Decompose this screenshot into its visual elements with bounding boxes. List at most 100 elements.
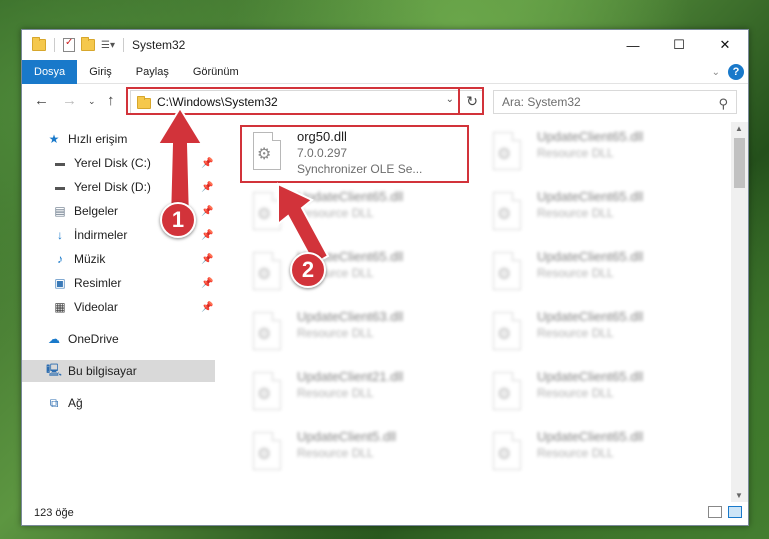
recent-locations-icon[interactable]: ⌄: [88, 96, 96, 107]
file-type: Resource DLL: [537, 206, 614, 220]
window-controls: — ☐ ✕: [610, 30, 748, 60]
file-type: Resource DLL: [537, 446, 614, 460]
scroll-thumb[interactable]: [734, 138, 745, 188]
back-arrow-icon[interactable]: ←: [34, 92, 49, 109]
dll-file-icon: ⚙: [489, 252, 525, 294]
status-bar: 123 öğe: [22, 501, 748, 525]
file-item[interactable]: ⚙ UpdateClient65.dll Resource DLL: [489, 428, 709, 480]
expand-ribbon-icon[interactable]: ⌄: [712, 67, 720, 78]
sidebar-item-label: OneDrive: [68, 332, 119, 346]
file-type: Resource DLL: [297, 326, 374, 340]
help-icon[interactable]: ?: [728, 64, 744, 80]
file-item[interactable]: ⚙ UpdateClient63.dll Resource DLL: [249, 308, 469, 360]
explorer-window: ☰▾ System32 — ☐ ✕ Dosya Giriş Paylaş Gör…: [21, 29, 749, 526]
maximize-button[interactable]: ☐: [656, 30, 702, 60]
minimize-button[interactable]: —: [610, 30, 656, 60]
drive-icon: ▬: [55, 157, 65, 169]
dll-file-icon: ⚙: [249, 432, 285, 474]
new-folder-icon[interactable]: [81, 37, 95, 51]
scroll-down-icon[interactable]: ▼: [735, 491, 743, 500]
step-2-badge: 2: [290, 252, 326, 288]
customize-toolbar-icon[interactable]: ☰▾: [101, 40, 115, 51]
sidebar-item-label: Yerel Disk (C:): [74, 156, 151, 170]
file-name: UpdateClient21.dll: [297, 369, 404, 384]
file-name: UpdateClient63.dll: [297, 309, 404, 324]
network-icon: ⧉: [49, 395, 59, 410]
file-type: Resource DLL: [297, 386, 374, 400]
pin-icon[interactable]: 📌: [201, 254, 213, 265]
vertical-scrollbar[interactable]: ▲ ▼: [731, 122, 748, 502]
sidebar-item-this-pc[interactable]: 🖳 Bu bilgisayar: [22, 360, 215, 382]
sidebar-item-network[interactable]: ⧉ Ağ: [22, 392, 215, 414]
scroll-up-icon[interactable]: ▲: [735, 124, 743, 133]
sidebar-item-onedrive[interactable]: ☁ OneDrive: [22, 328, 215, 350]
star-icon: ★: [48, 132, 60, 146]
divider: [54, 38, 55, 52]
file-name: UpdateClient65.dll: [537, 309, 644, 324]
file-type: Resource DLL: [537, 386, 614, 400]
sidebar-item-label: İndirmeler: [74, 228, 128, 242]
file-type: Resource DLL: [537, 146, 614, 160]
dll-file-icon: ⚙: [489, 192, 525, 234]
tab-file[interactable]: Dosya: [22, 59, 78, 84]
sidebar-item-pictures[interactable]: ▣ Resimler 📌: [22, 272, 215, 294]
details-view-icon[interactable]: [708, 506, 722, 518]
file-item[interactable]: ⚙ UpdateClient65.dll Resource DLL: [489, 308, 709, 360]
divider: [122, 38, 124, 52]
ribbon-tabs: Dosya Giriş Paylaş Görünüm ⌄ ?: [22, 59, 748, 84]
dll-file-icon: ⚙: [249, 312, 285, 354]
download-icon: ↓: [57, 228, 63, 242]
cloud-icon: ☁: [48, 332, 60, 346]
forward-arrow-icon[interactable]: →: [62, 92, 77, 109]
sidebar-item-label: Bu bilgisayar: [68, 364, 137, 378]
title-bar: ☰▾ System32 — ☐ ✕: [22, 30, 748, 60]
video-icon: ▦: [54, 300, 66, 314]
sidebar-item-label: Videolar: [74, 300, 118, 314]
close-button[interactable]: ✕: [702, 30, 748, 60]
dll-file-icon: ⚙: [489, 432, 525, 474]
file-type: Resource DLL: [537, 266, 614, 280]
dll-file-icon: ⚙: [249, 372, 285, 414]
tab-home[interactable]: Giriş: [77, 60, 124, 84]
properties-icon[interactable]: [63, 37, 75, 52]
dll-file-icon: ⚙: [489, 372, 525, 414]
up-arrow-icon[interactable]: ↑: [107, 92, 115, 109]
documents-icon: ▤: [54, 204, 66, 218]
address-row: ← → ⌄ ↑ C:\Windows\System32 ⌄ ↻ Ara: Sys…: [22, 86, 748, 118]
drive-icon: ▬: [55, 181, 65, 193]
folder-icon: [32, 37, 46, 51]
sidebar-item-videos[interactable]: ▦ Videolar 📌: [22, 296, 215, 318]
file-item[interactable]: ⚙ UpdateClient65.dll Resource DLL: [489, 368, 709, 420]
file-item[interactable]: ⚙ UpdateClient21.dll Resource DLL: [249, 368, 469, 420]
view-switcher: [708, 506, 742, 518]
file-item[interactable]: ⚙ UpdateClient5.dll Resource DLL: [249, 428, 469, 480]
search-icon[interactable]: ⚲: [718, 96, 728, 112]
refresh-highlight-box: [458, 87, 484, 115]
pin-icon[interactable]: 📌: [201, 302, 213, 313]
file-type: Resource DLL: [297, 446, 374, 460]
sidebar-item-music[interactable]: ♪ Müzik 📌: [22, 248, 215, 270]
file-item[interactable]: ⚙ UpdateClient65.dll Resource DLL: [489, 188, 709, 240]
sidebar-item-label: Ağ: [68, 396, 83, 410]
music-icon: ♪: [57, 252, 63, 266]
file-type: Resource DLL: [537, 326, 614, 340]
quick-access-toolbar: ☰▾: [22, 37, 126, 52]
search-input[interactable]: Ara: System32: [493, 90, 737, 114]
dll-file-icon: ⚙: [489, 312, 525, 354]
file-item[interactable]: ⚙ UpdateClient65.dll Resource DLL: [489, 248, 709, 300]
pictures-icon: ▣: [54, 276, 66, 290]
pin-icon[interactable]: 📌: [201, 278, 213, 289]
file-name: UpdateClient65.dll: [537, 429, 644, 444]
step-1-badge: 1: [160, 202, 196, 238]
tab-view[interactable]: Görünüm: [181, 60, 251, 84]
window-title: System32: [131, 38, 186, 52]
file-name: UpdateClient65.dll: [537, 369, 644, 384]
file-name: UpdateClient5.dll: [297, 429, 397, 444]
item-count: 123 öğe: [34, 507, 74, 519]
tab-share[interactable]: Paylaş: [124, 60, 181, 84]
large-icons-view-icon[interactable]: [728, 506, 742, 518]
sidebar-item-label: Yerel Disk (D:): [74, 180, 151, 194]
sidebar-item-label: Belgeler: [74, 204, 119, 218]
file-item[interactable]: ⚙ UpdateClient65.dll Resource DLL: [489, 128, 709, 180]
sidebar-item-label: Resimler: [74, 276, 122, 290]
